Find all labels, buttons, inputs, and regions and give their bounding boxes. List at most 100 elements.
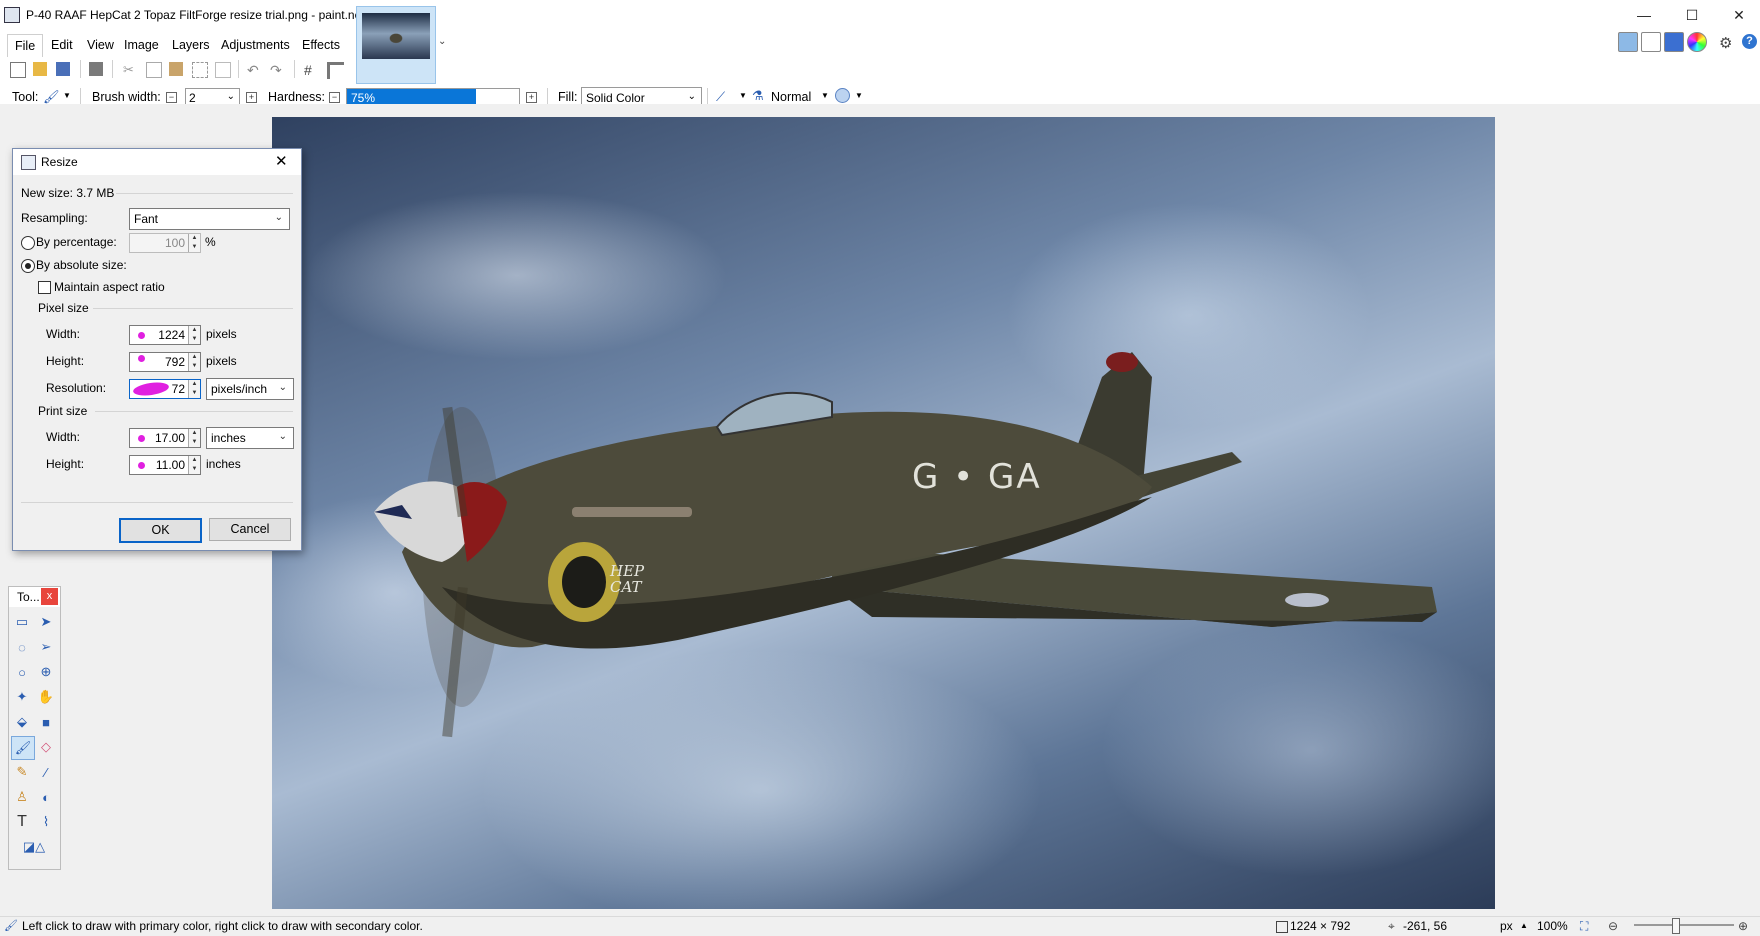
increase-icon[interactable]: + [246,92,257,103]
zoom-icon[interactable]: ⊕ [35,661,57,683]
tools-panel-close-button[interactable]: x [41,588,58,605]
zoom-level[interactable]: 100% [1537,919,1568,933]
move-selected-pixels-icon[interactable]: ➤ [35,611,57,633]
open-folder-icon[interactable] [33,62,47,76]
by-absolute-radio[interactable] [21,259,35,273]
spinner-arrows-icon[interactable]: ▲ ▼ [188,353,200,371]
image-canvas[interactable]: HEP CAT G • GA [272,117,1495,909]
close-icon[interactable]: ✕ [275,152,288,170]
spinner-arrows-icon[interactable]: ▲ ▼ [188,234,200,252]
percentage-spinbox[interactable]: 100 ▲ ▼ [129,233,201,253]
resolution-spinbox[interactable]: 72 ▲ ▼ [129,379,201,399]
cut-icon[interactable]: ✂ [123,62,137,77]
grid-icon[interactable]: # [304,62,318,78]
chevron-down-icon[interactable]: ⌄ [438,36,446,47]
close-button[interactable]: ✕ [1716,0,1760,30]
magic-wand-icon[interactable]: ✦ [11,686,33,708]
maintain-aspect-checkbox[interactable] [38,281,51,294]
gradient-icon[interactable]: ■ [35,711,57,733]
hardness-label: Hardness: [268,90,325,104]
chevron-down-icon[interactable]: ▼ [855,91,863,100]
blend-mode-value[interactable]: Normal [771,90,811,104]
clone-stamp-icon[interactable]: ♙ [11,786,33,808]
move-selection-icon[interactable]: ➢ [35,636,57,658]
chevron-down-icon[interactable]: ▼ [739,91,747,100]
menu-view[interactable]: View [80,34,121,56]
increase-icon[interactable]: + [526,92,537,103]
new-file-icon[interactable] [10,62,26,78]
chevron-down-icon[interactable]: ▼ [821,91,829,100]
rulers-icon[interactable] [327,62,344,79]
zoom-slider-track[interactable] [1634,924,1734,926]
spinner-arrows-icon[interactable]: ▲ ▼ [188,326,200,344]
lasso-select-icon[interactable]: ◌ [11,636,33,658]
history-window-toggle-icon[interactable] [1641,32,1661,52]
resolution-unit-select[interactable]: pixels/inch ⌄ [206,378,294,400]
decrease-icon[interactable]: − [166,92,177,103]
print-height-spinbox[interactable]: 11.00 ▲ ▼ [129,455,201,475]
menu-effects[interactable]: Effects [295,34,347,56]
document-thumbnail-tab[interactable] [356,6,436,84]
colors-window-toggle-icon[interactable] [1687,32,1707,52]
save-icon[interactable] [56,62,70,76]
paint-bucket-icon[interactable]: ⬙ [11,711,33,733]
ellipse-select-icon[interactable]: ○ [11,661,33,683]
chevron-down-icon[interactable]: ▼ [63,91,71,100]
zoom-out-icon[interactable]: ⊖ [1608,919,1618,933]
print-unit-select[interactable]: inches ⌄ [206,427,294,449]
menu-file[interactable]: File [7,34,44,57]
layers-window-toggle-icon[interactable] [1664,32,1684,52]
ok-button[interactable]: OK [119,518,202,543]
divider [21,502,293,503]
copy-icon[interactable] [146,62,162,78]
cancel-button[interactable]: Cancel [209,518,291,541]
menu-layers[interactable]: Layers [165,34,217,56]
paintbrush-icon[interactable]: 🖌 [43,89,60,105]
decrease-icon[interactable]: − [329,92,340,103]
zoom-to-window-icon[interactable]: ⛶ [1580,919,1588,934]
minimize-button[interactable]: — [1621,0,1667,30]
pixel-width-spinbox[interactable]: 1224 ▲ ▼ [129,325,201,345]
redo-icon[interactable]: ↷ [270,62,284,78]
by-percentage-radio[interactable] [21,236,35,250]
paste-icon[interactable] [169,62,183,76]
gear-icon[interactable]: ⚙ [1719,34,1732,52]
tools-window-toggle-icon[interactable] [1618,32,1638,52]
shapes-icon[interactable]: ◪△ [11,836,57,858]
pan-hand-icon[interactable]: ✋ [35,686,57,708]
undo-icon[interactable]: ↶ [247,62,261,78]
menu-adjustments[interactable]: Adjustments [214,34,297,56]
blend-mode-icon: ⚗ [752,88,764,103]
eraser-icon[interactable]: ◇ [35,736,57,758]
spinner-arrows-icon[interactable]: ▲ ▼ [188,456,200,474]
rectangle-select-icon[interactable]: ▭ [11,611,33,633]
spinner-arrows-icon[interactable]: ▲ ▼ [188,429,200,447]
color-picker-icon[interactable]: ⁄ [35,761,57,783]
print-width-spinbox[interactable]: 17.00 ▲ ▼ [129,428,201,448]
toolbar-separator [80,60,81,78]
chevron-up-icon[interactable]: ▲ [1520,921,1528,930]
recolor-icon[interactable]: ◐ [35,786,57,808]
line-curve-icon[interactable]: ⌇ [35,811,57,833]
pencil-icon[interactable]: ✎ [11,761,33,783]
crop-to-selection-icon[interactable] [192,62,208,78]
dialog-title: Resize [41,155,78,169]
spinner-arrows-icon[interactable]: ▲ ▼ [188,380,200,398]
highlight-scribble-icon [132,380,170,398]
antialiasing-icon[interactable]: ⟋ [716,89,725,105]
paintbrush-tool-icon[interactable]: 🖌 [11,736,35,760]
pixel-height-label: Height: [46,354,85,368]
selection-clipping-icon[interactable] [835,88,850,103]
units-selector[interactable]: px [1500,919,1513,933]
menu-edit[interactable]: Edit [44,34,80,56]
print-icon[interactable] [89,62,103,76]
maximize-button[interactable]: ☐ [1669,0,1715,30]
help-icon[interactable]: ? [1742,34,1757,49]
menu-image[interactable]: Image [117,34,166,56]
text-icon[interactable]: T [11,811,33,833]
deselect-icon[interactable] [215,62,231,78]
pixel-height-spinbox[interactable]: 792 ▲ ▼ [129,352,201,372]
zoom-slider-thumb[interactable] [1672,918,1680,934]
resampling-select[interactable]: Fant ⌄ [129,208,290,230]
zoom-in-icon[interactable]: ⊕ [1738,919,1748,933]
